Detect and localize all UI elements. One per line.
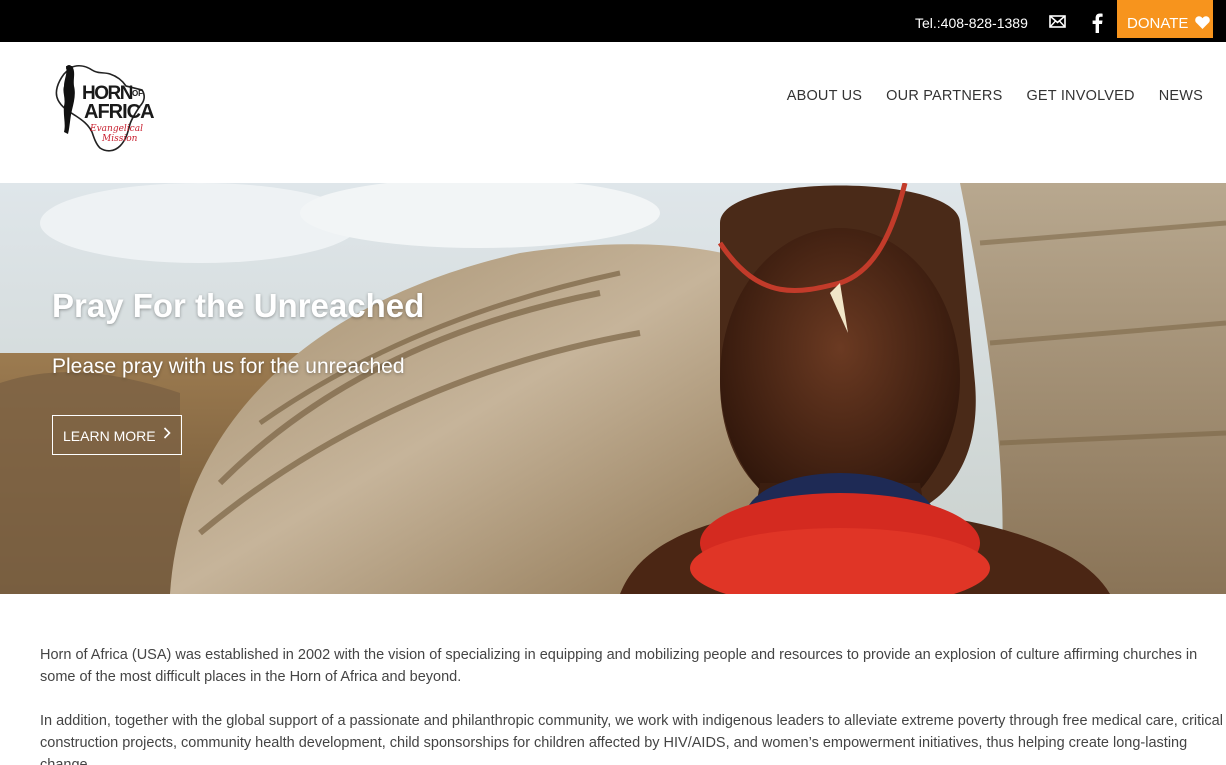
- heart-icon: [1195, 16, 1210, 29]
- nav-item-get-involved[interactable]: GET INVOLVED: [1026, 88, 1134, 104]
- logo-text-evangelical: Evangelical: [90, 124, 143, 134]
- chevron-right-icon: [163, 427, 171, 439]
- nav-item-news[interactable]: NEWS: [1159, 88, 1203, 104]
- hero-background-image: [0, 183, 1226, 594]
- site-header: HORNOF AFRICA Evangelical Mission ABOUT …: [0, 42, 1226, 183]
- intro-content: Horn of Africa (USA) was established in …: [40, 644, 1226, 765]
- donate-button[interactable]: DONATE: [1117, 0, 1213, 38]
- top-bar: Tel.:408-828-1389 DONATE: [0, 0, 1226, 42]
- logo[interactable]: HORNOF AFRICA Evangelical Mission: [52, 62, 155, 154]
- donate-label: DONATE: [1127, 15, 1189, 32]
- hero-subtitle: Please pray with us for the unreached: [52, 355, 405, 378]
- logo-text-africa: AFRICA: [84, 101, 155, 123]
- hero-banner: Pray For the Unreached Please pray with …: [0, 183, 1226, 594]
- main-nav: ABOUT US OUR PARTNERS GET INVOLVED NEWS: [787, 88, 1203, 104]
- learn-more-button[interactable]: LEARN MORE: [52, 415, 182, 455]
- intro-paragraph-1: Horn of Africa (USA) was established in …: [40, 647, 1198, 685]
- learn-more-label: LEARN MORE: [63, 428, 156, 444]
- facebook-icon[interactable]: [1091, 13, 1103, 33]
- nav-item-our-partners[interactable]: OUR PARTNERS: [886, 88, 1002, 104]
- nav-item-about-us[interactable]: ABOUT US: [787, 88, 862, 104]
- logo-text-mission: Mission: [102, 134, 138, 144]
- phone-number[interactable]: Tel.:408-828-1389: [915, 15, 1028, 31]
- hero-title: Pray For the Unreached: [52, 287, 425, 324]
- envelope-icon[interactable]: [1049, 15, 1066, 28]
- intro-paragraph-2: In addition, together with the global su…: [40, 713, 1223, 765]
